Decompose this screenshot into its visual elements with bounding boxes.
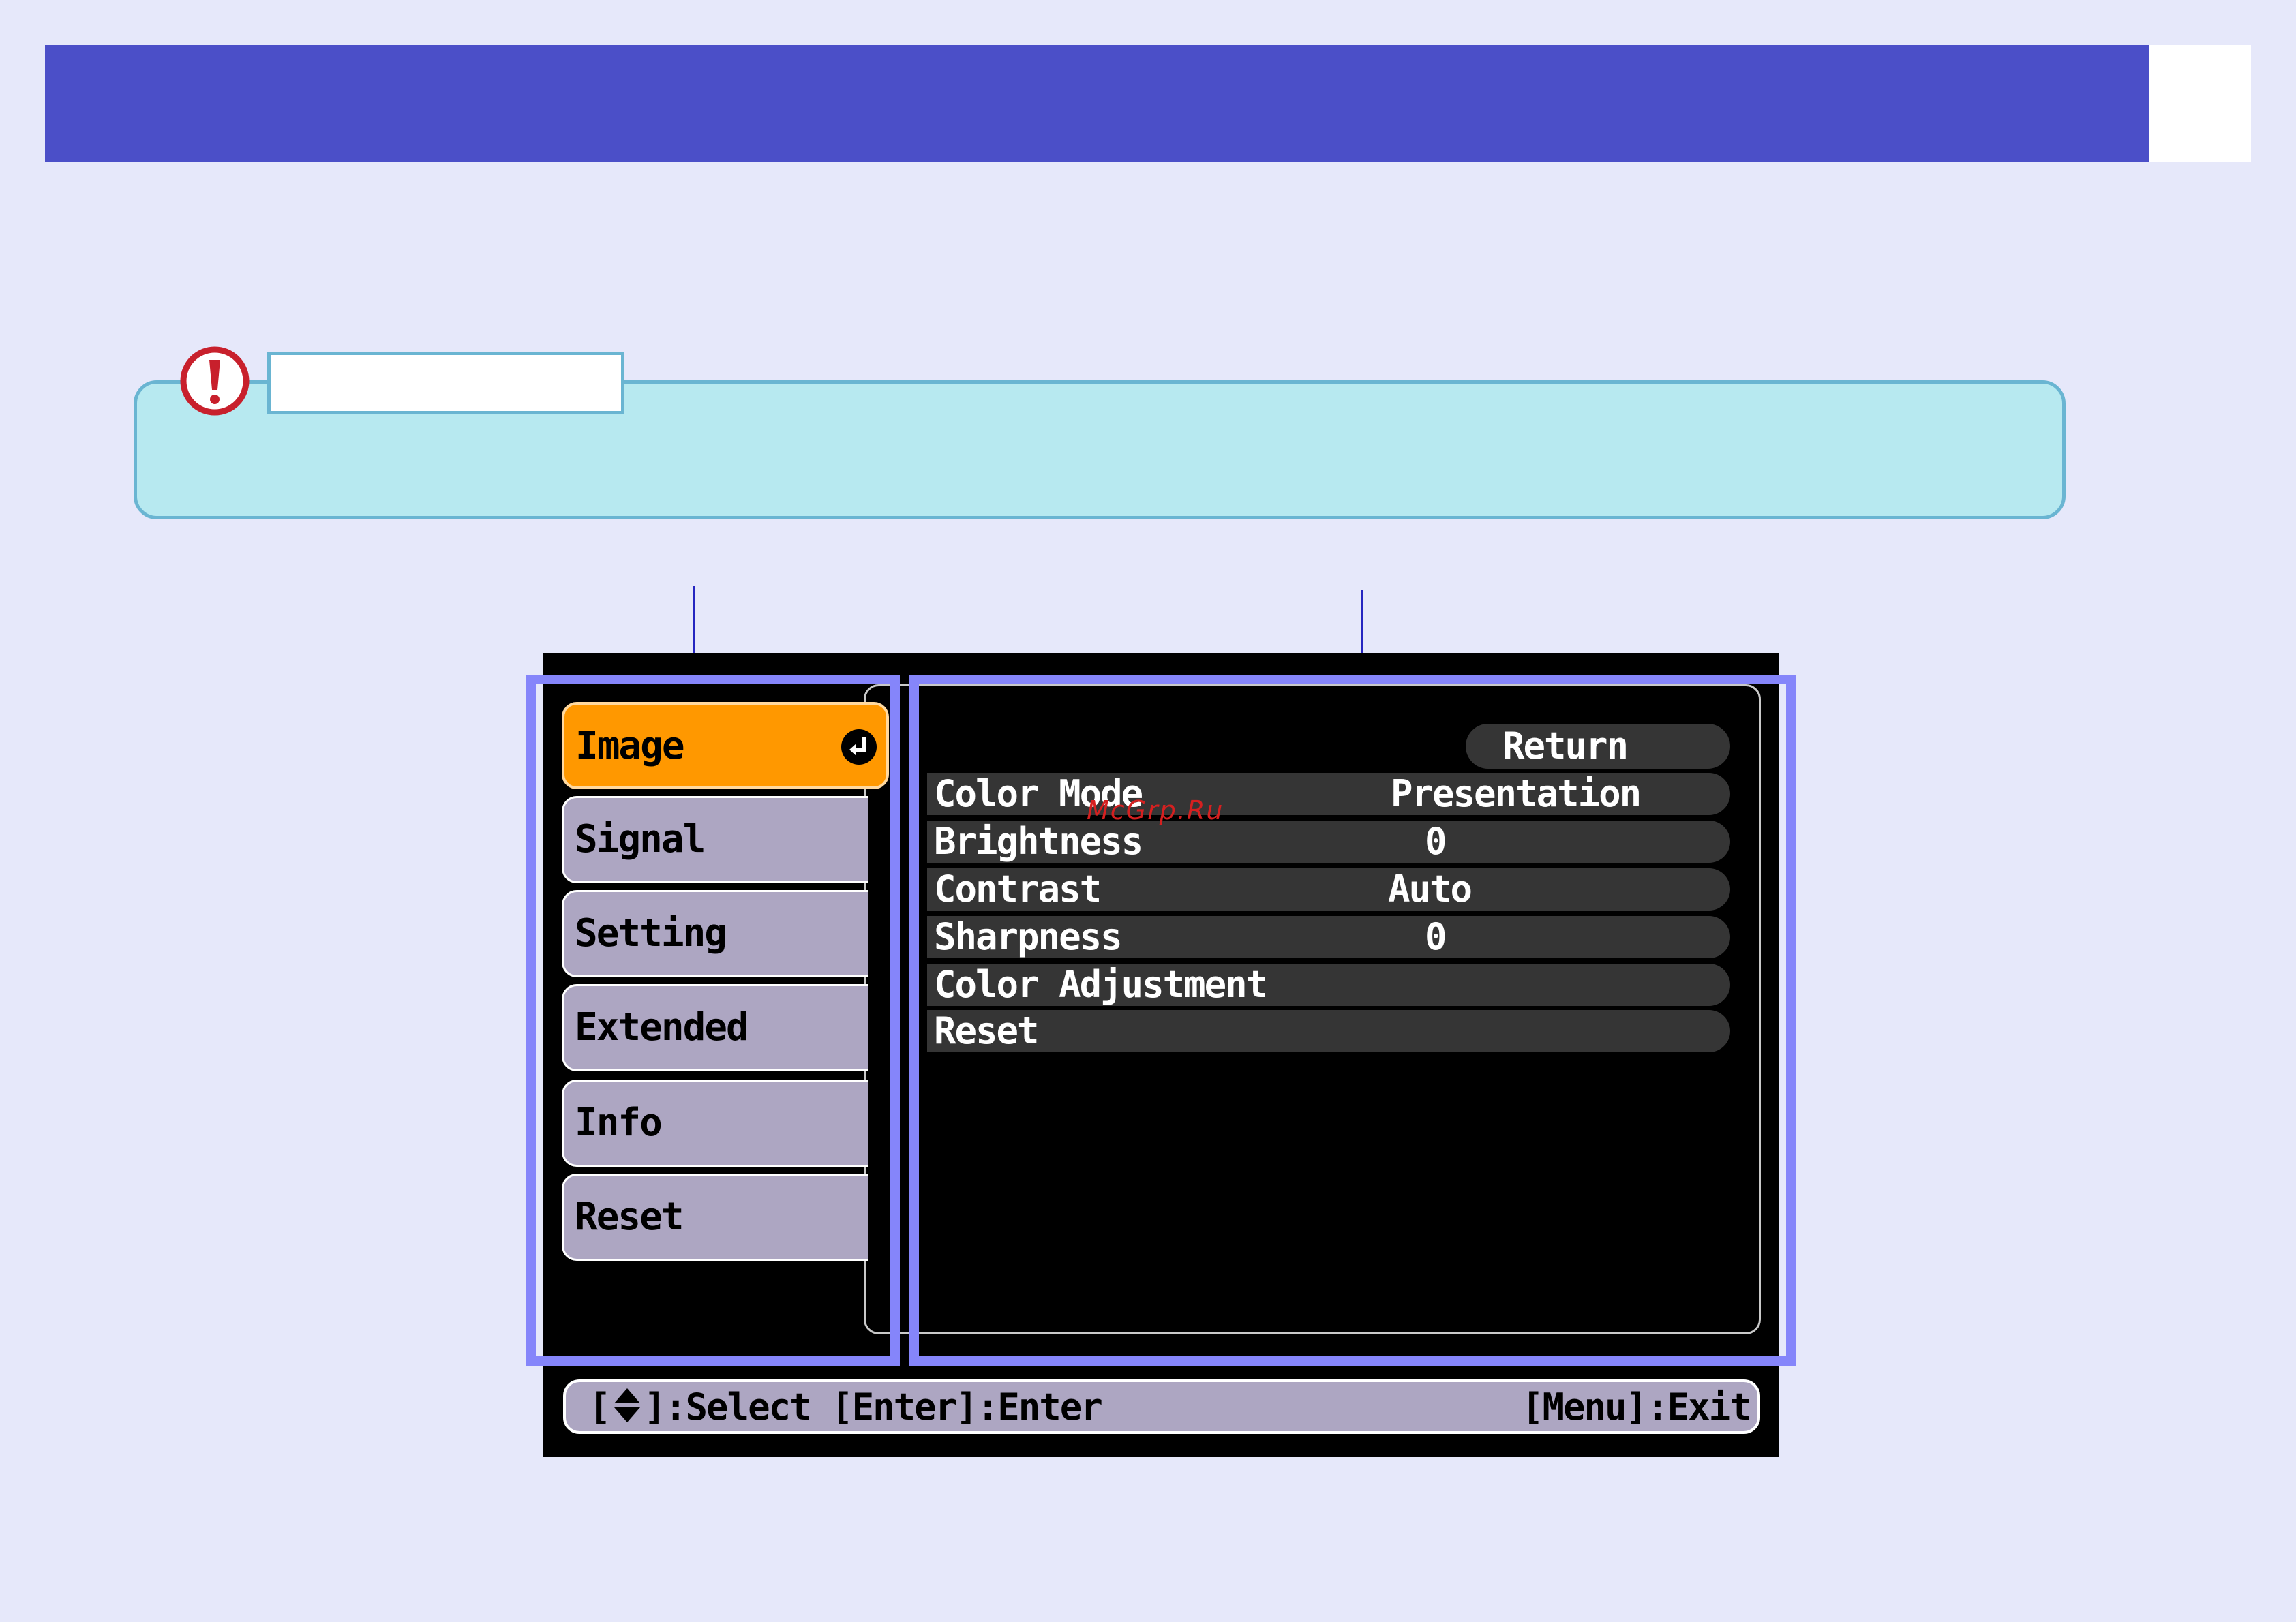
- header-bar: [45, 45, 2149, 162]
- exclamation-icon: [180, 346, 250, 416]
- callout-line-submenu: [1361, 590, 1363, 657]
- up-down-arrows-icon: [614, 1388, 640, 1422]
- status-exit-text: [Menu]:Exit: [1522, 1386, 1752, 1428]
- highlight-submenu-area: [909, 675, 1796, 1366]
- highlight-menu-area: [526, 675, 900, 1366]
- page-tab: [2149, 45, 2251, 162]
- status-bracket-open: [: [589, 1386, 611, 1428]
- status-help-left: [ ]:Select [Enter]:Enter: [589, 1383, 1103, 1431]
- status-select-enter-text: ]:Select [Enter]:Enter: [644, 1386, 1103, 1428]
- caution-note-label: [267, 352, 624, 414]
- callout-line-menu: [693, 586, 695, 657]
